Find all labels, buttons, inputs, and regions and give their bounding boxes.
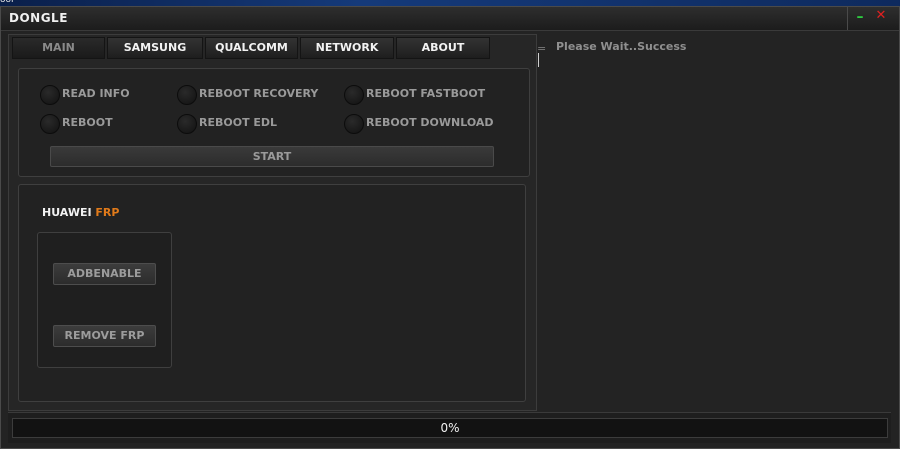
huawei-frp-group: HUAWEI FRP ADBENABLE REMOVE FRP bbox=[18, 184, 526, 402]
radio-label: REBOOT DOWNLOAD bbox=[366, 116, 494, 129]
desktop-text: ool bbox=[0, 0, 14, 5]
tab-samsung[interactable]: SAMSUNG bbox=[107, 37, 203, 59]
adb-enable-button[interactable]: ADBENABLE bbox=[53, 263, 156, 285]
titlebar-divider bbox=[847, 7, 848, 30]
remove-frp-button[interactable]: REMOVE FRP bbox=[53, 325, 156, 347]
radio-indicator bbox=[40, 114, 60, 134]
radio-label: REBOOT RECOVERY bbox=[199, 87, 319, 100]
radio-label: REBOOT FASTBOOT bbox=[366, 87, 486, 100]
radio-label: READ INFO bbox=[62, 87, 130, 100]
progress-label: 0% bbox=[440, 421, 460, 435]
huawei-frp-title: HUAWEI FRP bbox=[42, 206, 119, 219]
title-bar[interactable]: DONGLE – ✕ bbox=[1, 7, 899, 31]
minimize-button[interactable]: – bbox=[853, 9, 867, 25]
radio-indicator bbox=[344, 114, 364, 134]
dongle-window: DONGLE – ✕ MAIN SAMSUNG QUALCOMM NETWORK… bbox=[0, 6, 900, 449]
radio-label: REBOOT bbox=[62, 116, 113, 129]
radio-indicator bbox=[177, 85, 197, 105]
radio-label: REBOOT EDL bbox=[199, 116, 278, 129]
radio-indicator bbox=[344, 85, 364, 105]
tab-qualcomm[interactable]: QUALCOMM bbox=[205, 37, 298, 59]
tab-about[interactable]: ABOUT bbox=[396, 37, 490, 59]
radio-indicator bbox=[40, 85, 60, 105]
radio-indicator bbox=[177, 114, 197, 134]
log-caret bbox=[538, 53, 539, 67]
close-button[interactable]: ✕ bbox=[874, 8, 888, 24]
progress-bar: 0% bbox=[12, 418, 888, 438]
brand-label: HUAWEI bbox=[42, 206, 92, 219]
start-button[interactable]: START bbox=[50, 146, 494, 167]
main-panel: MAIN SAMSUNG QUALCOMM NETWORK ABOUT READ… bbox=[8, 34, 537, 411]
tab-network[interactable]: NETWORK bbox=[300, 37, 394, 59]
reboot-options-group: READ INFO REBOOT RECOVERY REBOOT FASTBOO… bbox=[18, 68, 530, 177]
tab-main[interactable]: MAIN bbox=[12, 37, 105, 59]
frp-accent-label: FRP bbox=[95, 206, 120, 219]
status-bar: 0% bbox=[8, 412, 891, 443]
log-message: Please Wait..Success bbox=[556, 40, 687, 53]
frp-actions-box: ADBENABLE REMOVE FRP bbox=[37, 232, 172, 368]
window-title: DONGLE bbox=[9, 11, 68, 25]
